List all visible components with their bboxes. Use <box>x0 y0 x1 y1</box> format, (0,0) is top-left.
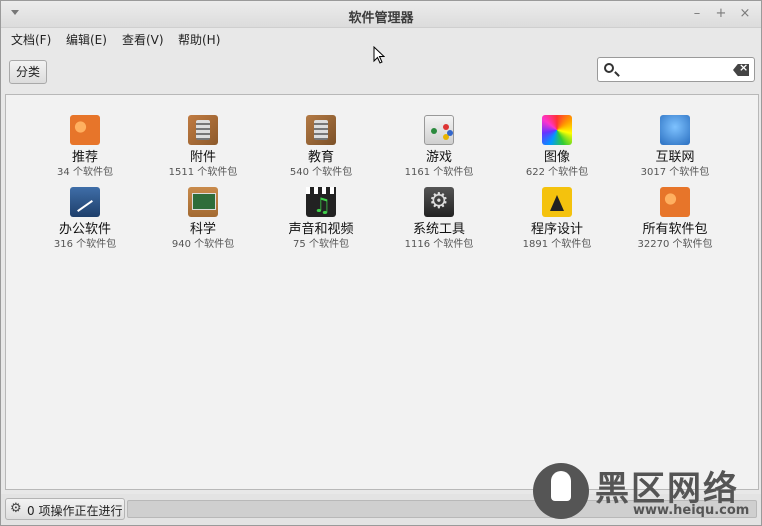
recommend-icon <box>70 115 100 145</box>
watermark-logo-icon <box>533 463 589 519</box>
maximize-icon[interactable]: + <box>713 6 729 22</box>
category-count: 1891 个软件包 <box>522 239 592 250</box>
category-games[interactable]: 游戏 1161 个软件包 <box>380 115 498 179</box>
search-icon <box>604 63 614 73</box>
menu-edit[interactable]: 编辑(E) <box>66 31 107 48</box>
programming-icon <box>542 187 572 217</box>
internet-icon <box>660 115 690 145</box>
category-grid: 推荐 34 个软件包 附件 1511 个软件包 教育 540 个软件包 游戏 1… <box>5 94 759 490</box>
gear-icon: ⚙ <box>10 501 22 516</box>
category-count: 1161 个软件包 <box>404 167 474 178</box>
window-title: 软件管理器 <box>348 11 414 26</box>
category-count: 34 个软件包 <box>57 167 113 178</box>
close-icon[interactable]: × <box>737 6 753 22</box>
games-icon <box>424 115 454 145</box>
category-system-tools[interactable]: 系统工具 1116 个软件包 <box>380 187 498 251</box>
category-count: 316 个软件包 <box>53 239 117 250</box>
category-count: 940 个软件包 <box>171 239 235 250</box>
category-sound-video[interactable]: 声音和视频 75 个软件包 <box>262 187 380 251</box>
category-recommend[interactable]: 推荐 34 个软件包 <box>26 115 144 179</box>
category-count: 622 个软件包 <box>525 167 589 178</box>
menu-file[interactable]: 文档(F) <box>11 31 51 48</box>
category-internet[interactable]: 互联网 3017 个软件包 <box>616 115 734 179</box>
category-button[interactable]: 分类 <box>9 60 47 84</box>
clear-search-icon[interactable] <box>733 64 749 76</box>
media-icon <box>306 187 336 217</box>
mouse-cursor-icon <box>373 46 385 64</box>
category-count: 1116 个软件包 <box>404 239 474 250</box>
software-manager-window: 软件管理器 – + × 文档(F) 编辑(E) 查看(V) 帮助(H) 分类 推… <box>0 0 762 526</box>
titlebar: 软件管理器 – + × <box>1 1 761 28</box>
category-office[interactable]: 办公软件 316 个软件包 <box>26 187 144 251</box>
system-icon <box>424 187 454 217</box>
category-count: 1511 个软件包 <box>168 167 238 178</box>
all-packages-icon <box>660 187 690 217</box>
graphics-icon <box>542 115 572 145</box>
watermark: 黑区网络 www.heiqu.com <box>533 459 761 525</box>
accessories-icon <box>188 115 218 145</box>
education-icon <box>306 115 336 145</box>
menu-help[interactable]: 帮助(H) <box>178 31 220 48</box>
category-all-packages[interactable]: 所有软件包 32270 个软件包 <box>616 187 734 251</box>
category-count: 75 个软件包 <box>293 239 349 250</box>
active-tasks-button[interactable]: ⚙ 0 项操作正在进行 <box>5 498 125 520</box>
category-graphics[interactable]: 图像 622 个软件包 <box>498 115 616 179</box>
category-count: 32270 个软件包 <box>637 239 713 250</box>
menu-view[interactable]: 查看(V) <box>122 31 164 48</box>
science-icon <box>188 187 218 217</box>
office-icon <box>70 187 100 217</box>
category-count: 540 个软件包 <box>289 167 353 178</box>
search-input[interactable] <box>597 57 755 82</box>
active-tasks-label: 0 项操作正在进行 <box>27 504 123 518</box>
category-accessories[interactable]: 附件 1511 个软件包 <box>144 115 262 179</box>
minimize-icon[interactable]: – <box>689 6 705 22</box>
category-count: 3017 个软件包 <box>640 167 710 178</box>
category-programming[interactable]: 程序设计 1891 个软件包 <box>498 187 616 251</box>
category-education[interactable]: 教育 540 个软件包 <box>262 115 380 179</box>
category-science[interactable]: 科学 940 个软件包 <box>144 187 262 251</box>
watermark-url: www.heiqu.com <box>633 503 750 518</box>
